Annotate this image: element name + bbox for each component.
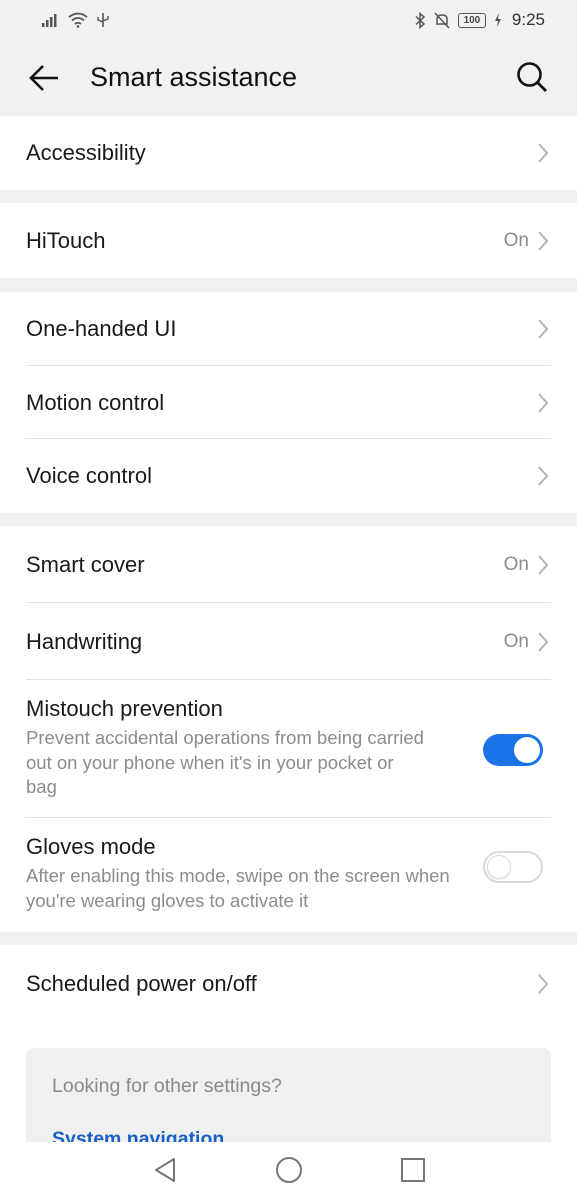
search-button[interactable]: [513, 58, 551, 96]
group-input: Smart cover On Handwriting On Mistouch p…: [0, 526, 577, 932]
back-triangle-icon: [154, 1158, 175, 1182]
status-bar: 100 9:25: [0, 0, 577, 40]
charging-icon: [494, 13, 501, 27]
smart-cover-row[interactable]: Smart cover On: [0, 526, 577, 603]
motion-control-label: Motion control: [26, 389, 165, 415]
battery-icon: 100: [457, 12, 486, 28]
chevron-right-icon: [538, 631, 549, 652]
voice-control-row[interactable]: Voice control: [0, 439, 577, 513]
status-left: [42, 12, 110, 28]
chevron-right-icon: [538, 143, 549, 163]
smart-cover-label: Smart cover: [26, 551, 145, 577]
chevron-right-icon: [538, 466, 549, 486]
gloves-mode-label: Gloves mode: [26, 834, 156, 859]
smart-cover-right: On: [504, 526, 549, 603]
handwriting-value: On: [503, 630, 529, 652]
hitouch-value: On: [503, 229, 529, 251]
accessibility-right: [537, 116, 549, 190]
app-bar: Smart assistance: [0, 40, 577, 116]
chevron-right-icon: [538, 392, 549, 413]
voice-control-right: [537, 439, 549, 513]
handwriting-right: On: [504, 603, 549, 680]
gloves-mode-row[interactable]: Gloves mode After enabling this mode, sw…: [0, 818, 577, 932]
group-controls: One-handed UI Motion control Voice contr…: [0, 292, 577, 513]
motion-control-right: [537, 366, 549, 439]
one-handed-row[interactable]: One-handed UI: [0, 292, 577, 366]
motion-control-row[interactable]: Motion control: [0, 366, 577, 439]
group-accessibility: Accessibility: [0, 116, 577, 190]
mute-icon: [434, 11, 450, 29]
usb-icon: [97, 13, 109, 27]
mistouch-description: Prevent accidental operations from being…: [26, 727, 424, 797]
nav-home-button[interactable]: [271, 1152, 307, 1188]
mistouch-row[interactable]: Mistouch prevention Prevent accidental o…: [0, 680, 577, 818]
toggle-knob: [514, 737, 540, 763]
home-circle-icon: [275, 1157, 302, 1183]
bluetooth-icon: [415, 11, 426, 29]
arrow-left-icon: [29, 65, 58, 91]
scheduled-power-row[interactable]: Scheduled power on/off: [0, 945, 577, 1023]
accessibility-label: Accessibility: [26, 140, 146, 165]
group-hitouch: HiTouch On: [0, 203, 577, 278]
back-button[interactable]: [26, 60, 62, 96]
hitouch-label: HiTouch: [26, 227, 106, 253]
mistouch-toggle[interactable]: [483, 734, 543, 766]
smart-cover-value: On: [503, 553, 529, 575]
toggle-knob: [487, 855, 511, 879]
wifi-icon: [68, 12, 88, 28]
navigation-bar: [0, 1142, 577, 1198]
chevron-right-icon: [538, 554, 549, 575]
hitouch-right: On: [504, 203, 549, 278]
handwriting-label: Handwriting: [26, 628, 143, 654]
chevron-right-icon: [538, 230, 549, 251]
mistouch-label: Mistouch prevention: [26, 696, 223, 721]
one-handed-right: [537, 292, 549, 366]
nav-back-button[interactable]: [147, 1152, 183, 1188]
clock: 9:25: [511, 10, 545, 29]
one-handed-label: One-handed UI: [26, 316, 177, 341]
recents-square-icon: [400, 1158, 425, 1182]
gloves-mode-toggle[interactable]: [483, 851, 543, 883]
status-right: 100 9:25: [414, 10, 545, 30]
chevron-right-icon: [538, 319, 549, 339]
nav-recents-button[interactable]: [395, 1152, 431, 1188]
search-icon: [517, 62, 547, 92]
scheduled-power-label: Scheduled power on/off: [26, 971, 257, 996]
voice-control-label: Voice control: [26, 463, 152, 488]
handwriting-row[interactable]: Handwriting On: [0, 603, 577, 680]
signal-icon: [42, 14, 57, 27]
hitouch-row[interactable]: HiTouch On: [0, 203, 577, 278]
chevron-right-icon: [538, 974, 549, 994]
suggestion-title: Looking for other settings?: [52, 1075, 282, 1097]
gloves-mode-description: After enabling this mode, swipe on the s…: [26, 865, 450, 911]
accessibility-row[interactable]: Accessibility: [0, 116, 577, 190]
page-title: Smart assistance: [90, 62, 298, 92]
scheduled-power-right: [537, 945, 549, 1023]
